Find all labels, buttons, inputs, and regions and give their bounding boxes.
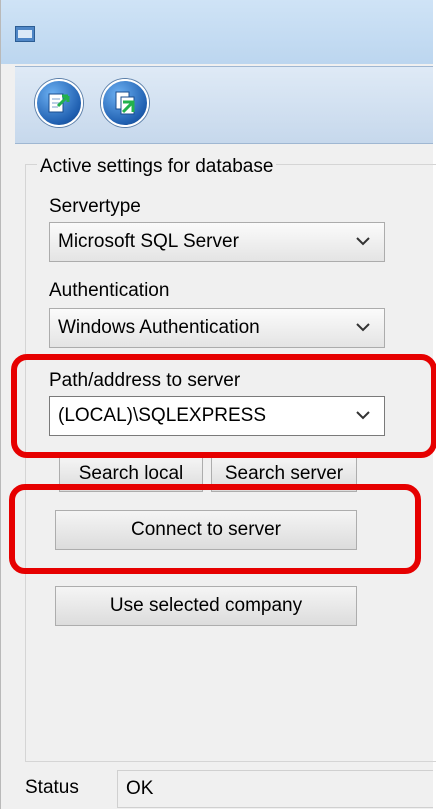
use-company-button[interactable]: Use selected company: [55, 586, 357, 626]
highlight-connect: [9, 484, 421, 574]
chevron-down-icon: [356, 223, 374, 261]
highlight-server-path: [11, 354, 436, 458]
servertype-value: Microsoft SQL Server: [58, 231, 239, 252]
window: Active settings for database Servertype …: [0, 0, 436, 809]
servertype-select[interactable]: Microsoft SQL Server: [49, 222, 385, 262]
export-document-icon[interactable]: [35, 79, 83, 127]
servertype-label: Servertype: [49, 196, 141, 217]
status-value: OK: [117, 770, 433, 808]
chevron-down-icon: [356, 309, 374, 347]
authentication-label: Authentication: [49, 280, 170, 301]
toolbar: [15, 66, 433, 144]
refresh-document-icon[interactable]: [101, 79, 149, 127]
app-icon: [15, 26, 35, 42]
status-label: Status: [25, 777, 79, 798]
title-bar: [1, 0, 433, 64]
group-title: Active settings for database: [37, 156, 277, 178]
authentication-select[interactable]: Windows Authentication: [49, 308, 385, 348]
status-bar: Status OK: [1, 768, 433, 809]
authentication-value: Windows Authentication: [58, 317, 260, 338]
